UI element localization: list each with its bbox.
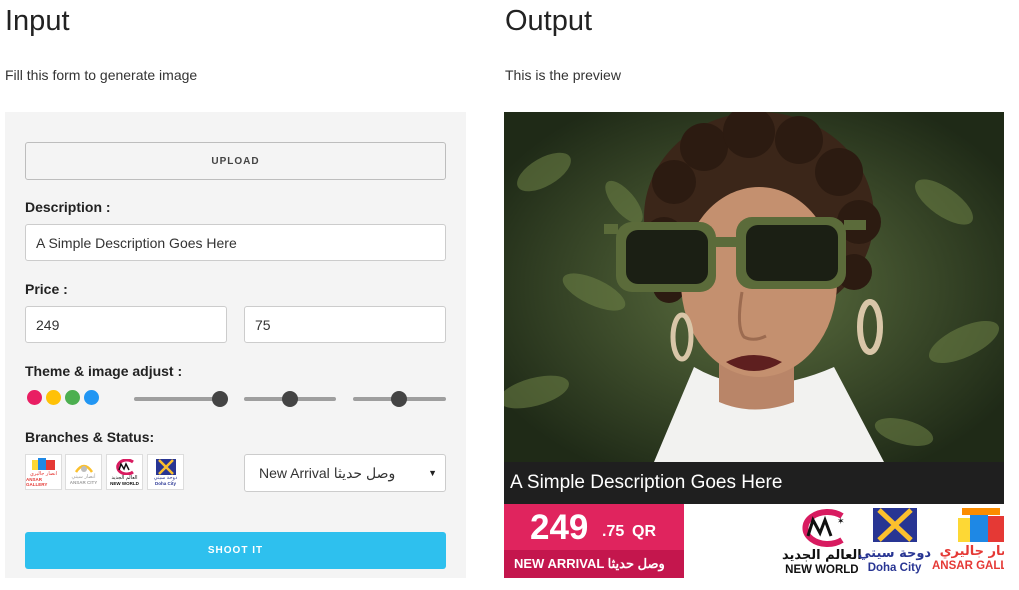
branch-name-en: ANSAR CITY (69, 479, 98, 485)
preview-logo-name-ar: العالم الجديد (782, 548, 862, 563)
output-preview: A Simple Description Goes Here 249 .75 Q… (504, 112, 1004, 578)
new-world-logo-icon (115, 458, 134, 475)
preview-logo-name-en: Doha City (867, 562, 922, 574)
preview-price-tag: 249 .75 QR NEW ARRIVAL وصل حديثا (504, 504, 684, 578)
input-form-panel: UPLOAD Description : Price : Theme & ima… (5, 112, 466, 578)
preview-logo-name-en: NEW WORLD (785, 564, 859, 576)
branch-ansar-gallery[interactable]: انصار جاليري ANSAR GALLERY (25, 454, 62, 490)
preview-logo-ansar-gallery: انصار جاليري ANSAR GALLERY (932, 508, 1004, 573)
theme-swatch-pink[interactable] (27, 390, 42, 405)
theme-label: Theme & image adjust : (25, 363, 183, 379)
branch-new-world[interactable]: العالم الجديد NEW WORLD (106, 454, 143, 490)
theme-swatch-green[interactable] (65, 390, 80, 405)
input-title: Input (5, 5, 70, 37)
preview-photo (504, 112, 1004, 462)
new-world-logo-icon: ✶ (802, 509, 845, 547)
doha-city-logo-icon (872, 508, 917, 542)
model-photo-illustration (504, 112, 1004, 462)
status-select-value: New Arrival وصل حديثا (259, 464, 396, 481)
price-label: Price : (25, 281, 68, 297)
branch-doha-city[interactable]: دوحة سيتي Doha City (147, 454, 184, 490)
upload-button[interactable]: UPLOAD (25, 142, 446, 180)
branch-name-en: ANSAR GALLERY (26, 477, 48, 487)
preview-logo-name-ar: دوحة سيتي (858, 546, 932, 561)
branch-name-en: NEW WORLD (110, 480, 139, 486)
preview-status-strip: NEW ARRIVAL وصل حديثا (504, 550, 684, 578)
output-subtitle: This is the preview (505, 67, 621, 83)
adjust-slider-1-handle[interactable] (212, 391, 228, 407)
theme-swatch-blue[interactable] (84, 390, 99, 405)
output-title: Output (505, 5, 593, 37)
branch-ansar-city[interactable]: أنصار سيتي ANSAR CITY (65, 454, 102, 490)
adjust-slider-2-handle[interactable] (282, 391, 298, 407)
preview-logo-new-world: ✶ العالم الجديد NEW WORLD (782, 508, 862, 577)
caret-down-icon: ▼ (428, 468, 437, 478)
ansar-gallery-logo-icon (958, 508, 1004, 542)
preview-price-fraction: .75 (602, 523, 625, 540)
branches-label: Branches & Status: (25, 429, 155, 445)
theme-swatch-yellow[interactable] (46, 390, 61, 405)
price-whole-input[interactable] (25, 306, 227, 343)
shoot-it-button[interactable]: SHOOT IT (25, 532, 446, 569)
ansar-gallery-logo-icon (31, 458, 55, 470)
svg-text:✶: ✶ (837, 517, 845, 527)
description-label: Description : (25, 199, 111, 215)
preview-logo-name-en: ANSAR GALLERY (932, 560, 1004, 572)
ansar-city-logo-icon (74, 464, 93, 473)
description-input[interactable] (25, 224, 446, 261)
preview-price-whole: 249 (530, 508, 589, 547)
preview-logo-doha-city: دوحة سيتي Doha City (858, 508, 931, 575)
branch-name-en: Doha City (154, 480, 176, 486)
price-fraction-input[interactable] (244, 306, 446, 343)
adjust-slider-3-handle[interactable] (391, 391, 407, 407)
input-subtitle: Fill this form to generate image (5, 67, 198, 83)
preview-description-bar: A Simple Description Goes Here (504, 462, 1004, 504)
preview-logo-name-ar: انصار جاليري (939, 544, 1004, 559)
preview-price-currency: QR (632, 523, 656, 540)
status-select[interactable]: New Arrival وصل حديثا ▼ (244, 454, 446, 492)
doha-city-logo-icon (155, 458, 176, 475)
